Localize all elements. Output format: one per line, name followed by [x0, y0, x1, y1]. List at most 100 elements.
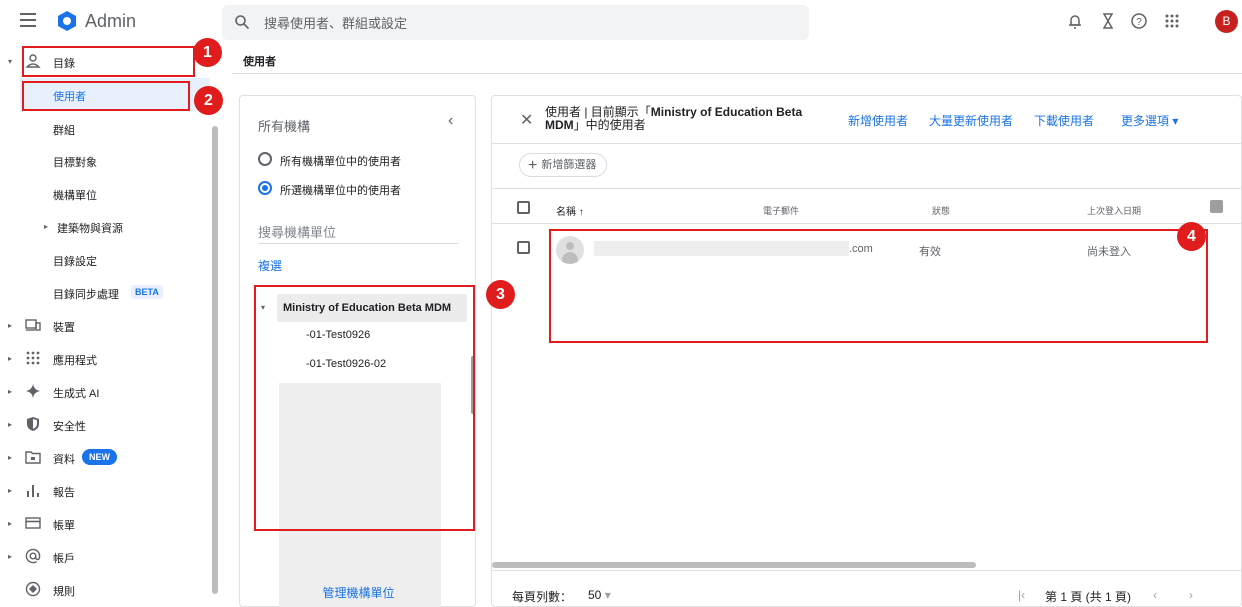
footer-divider [492, 570, 1241, 571]
horizontal-scrollbar[interactable] [492, 562, 976, 568]
chevron-right-icon: ▸ [8, 321, 13, 330]
title-prefix: 使用者 | 目前顯示「 [545, 105, 651, 119]
at-icon [25, 548, 41, 564]
column-header-email[interactable]: 電子郵件 [763, 204, 799, 217]
column-header-last-login[interactable]: 上次登入日期 [1087, 204, 1141, 217]
column-name-label: 名稱 [556, 207, 576, 218]
sidebar-item-groups[interactable]: 群組 [0, 112, 210, 145]
users-panel: ✕ 使用者 | 目前顯示「Ministry of Education Beta … [491, 95, 1242, 607]
global-search[interactable] [222, 5, 809, 40]
callout-number-3: 3 [486, 280, 515, 309]
column-header-name[interactable]: 名稱 ↑ [556, 203, 584, 218]
admin-logo-icon [58, 11, 76, 31]
sidebar-scrollbar[interactable] [212, 126, 218, 594]
bulk-update-users-button[interactable]: 大量更新使用者 [929, 112, 1013, 129]
callout-box-4 [549, 229, 1208, 343]
apps-icon [26, 351, 40, 365]
sidebar: ▾ 目錄 使用者 群組 目標對象 機構單位 ▸ 建築物與資源 目錄設定 目錄同步… [0, 44, 222, 607]
chevron-down-icon: ▾ [604, 588, 611, 602]
bar-chart-icon [27, 485, 39, 497]
manage-org-units-link[interactable]: 管理機構單位 [240, 584, 477, 601]
search-input[interactable] [264, 13, 784, 33]
first-page-button[interactable]: |‹ [1018, 588, 1025, 602]
org-unit-search-input[interactable] [258, 222, 458, 244]
users-panel-title: 使用者 | 目前顯示「Ministry of Education Beta MD… [545, 106, 835, 132]
sidebar-item-devices[interactable]: ▸ 裝置 [0, 309, 210, 342]
svg-text:?: ? [1136, 17, 1142, 28]
row-checkbox[interactable] [517, 241, 530, 254]
radio-all-label: 所有機構單位中的使用者 [280, 156, 401, 168]
sidebar-item-label: 目錄設定 [53, 256, 97, 268]
sidebar-item-directory-settings[interactable]: 目錄設定 [0, 243, 210, 276]
sidebar-item-label: 安全性 [53, 421, 86, 433]
next-page-button[interactable]: › [1189, 588, 1193, 602]
callout-number-1: 1 [193, 38, 222, 67]
multi-select-link[interactable]: 複選 [258, 257, 282, 274]
more-options-button[interactable]: 更多選項 ▾ [1121, 112, 1178, 129]
devices-icon [25, 319, 41, 331]
add-filter-button[interactable]: + 新增篩選器 [519, 153, 608, 177]
chevron-right-icon: ▸ [8, 354, 13, 363]
sidebar-item-apps[interactable]: ▸ 應用程式 [0, 342, 210, 375]
collapse-panel-icon[interactable]: ‹ [448, 112, 453, 130]
sidebar-item-directory-sync[interactable]: 目錄同步處理 BETA [0, 276, 210, 309]
callout-box-1 [22, 46, 195, 77]
sidebar-item-label: 應用程式 [53, 355, 97, 367]
add-filter-label: 新增篩選器 [541, 159, 597, 171]
sidebar-item-data[interactable]: ▸ 資料 NEW [0, 441, 210, 474]
sidebar-item-label: 群組 [53, 125, 75, 137]
sidebar-item-org-units[interactable]: 機構單位 [0, 177, 210, 210]
account-avatar[interactable]: B [1215, 10, 1238, 33]
prev-page-button[interactable]: ‹ [1153, 588, 1157, 602]
hourglass-icon[interactable] [1099, 12, 1117, 30]
header-divider [232, 73, 1242, 74]
add-user-button[interactable]: 新增使用者 [848, 112, 908, 129]
sidebar-item-label: 生成式 AI [53, 388, 100, 400]
sparkle-icon [26, 384, 40, 398]
rules-icon [25, 581, 41, 597]
sidebar-item-buildings[interactable]: ▸ 建築物與資源 [0, 210, 210, 243]
beta-badge: BETA [131, 285, 163, 299]
chevron-right-icon: ▸ [8, 387, 13, 396]
sidebar-item-account[interactable]: ▸ 帳戶 [0, 540, 210, 573]
download-users-button[interactable]: 下載使用者 [1034, 112, 1094, 129]
billing-icon [25, 517, 41, 529]
breadcrumb: 使用者 [243, 56, 276, 68]
sidebar-item-label: 裝置 [53, 322, 75, 334]
menu-icon[interactable] [20, 13, 36, 27]
new-badge: NEW [82, 449, 117, 465]
rows-per-page-value: 50 [588, 588, 602, 602]
radio-selected-label: 所選機構單位中的使用者 [280, 185, 401, 197]
sidebar-item-label: 資料 [53, 454, 75, 466]
chevron-right-icon: ▸ [8, 453, 13, 462]
sidebar-item-target-audiences[interactable]: 目標對象 [0, 144, 210, 177]
sidebar-item-label: 帳單 [53, 520, 75, 532]
table-header-divider [492, 223, 1241, 224]
sidebar-item-label: 規則 [53, 586, 75, 598]
rows-per-page-select[interactable]: 50 ▾ [588, 588, 611, 602]
radio-selected-org-units[interactable] [258, 181, 272, 195]
sidebar-item-label: 目標對象 [53, 157, 97, 169]
bell-icon[interactable] [1066, 12, 1084, 30]
close-icon[interactable]: ✕ [520, 110, 533, 130]
column-header-status[interactable]: 狀態 [932, 204, 950, 217]
sidebar-item-security[interactable]: ▸ 安全性 [0, 408, 210, 441]
chevron-right-icon: ▸ [8, 486, 13, 495]
column-settings-icon[interactable] [1210, 200, 1223, 213]
sidebar-item-label: 目錄同步處理 [53, 289, 119, 301]
sidebar-item-gen-ai[interactable]: ▸ 生成式 AI [0, 375, 210, 408]
shield-icon [27, 417, 39, 431]
folder-icon [25, 451, 41, 464]
radio-all-org-units[interactable] [258, 152, 272, 166]
sidebar-item-rules[interactable]: 規則 [0, 573, 210, 606]
sidebar-item-reports[interactable]: ▸ 報告 [0, 474, 210, 507]
help-icon[interactable]: ? [1130, 12, 1148, 30]
page-info: 第 1 頁 (共 1 頁) [1045, 590, 1132, 604]
sidebar-item-label: 帳戶 [53, 553, 75, 565]
callout-box-3 [254, 285, 475, 531]
sidebar-item-label: 建築物與資源 [57, 223, 123, 235]
sidebar-item-billing[interactable]: ▸ 帳單 [0, 507, 210, 540]
select-all-checkbox[interactable] [517, 201, 530, 214]
apps-grid-icon[interactable] [1163, 12, 1181, 30]
org-panel-title: 所有機構 [258, 119, 311, 134]
